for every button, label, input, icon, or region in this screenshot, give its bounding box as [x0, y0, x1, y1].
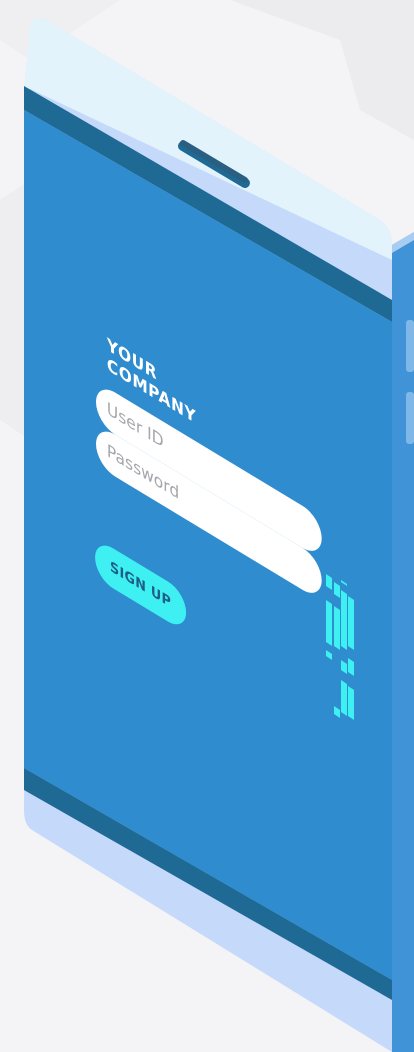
- sign-up-label: SIGN UP: [110, 558, 172, 612]
- phone-login-illustration: YOUR COMPANY User ID Password SIGN UP: [0, 0, 414, 1052]
- login-form: YOUR COMPANY User ID Password SIGN UP: [95, 335, 333, 893]
- sign-up-button[interactable]: SIGN UP: [95, 537, 187, 633]
